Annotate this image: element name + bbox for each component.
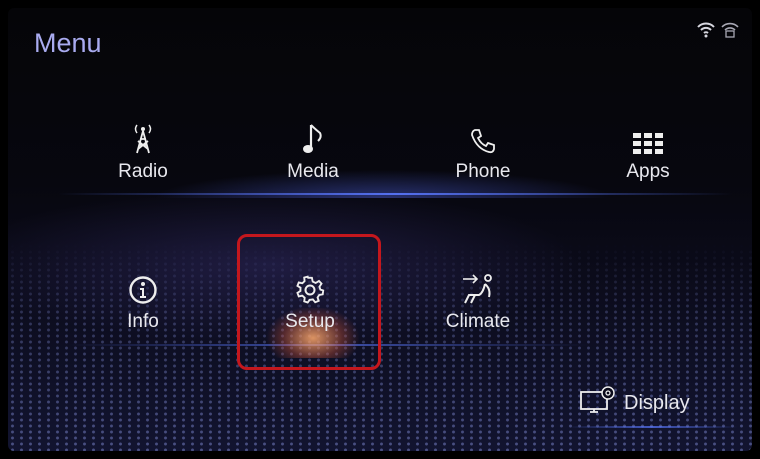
climate-button[interactable]: Climate — [413, 253, 543, 333]
wifi-hotspot-icon — [721, 22, 739, 38]
display-divider — [568, 426, 738, 428]
climate-label: Climate — [445, 311, 511, 332]
info-button[interactable]: Info — [78, 253, 208, 333]
info-label: Info — [127, 311, 159, 332]
display-button[interactable]: Display — [580, 386, 690, 420]
top-row-divider — [58, 193, 733, 195]
apps-label: Apps — [626, 161, 670, 182]
display-settings-icon — [580, 386, 616, 420]
music-note-icon — [302, 121, 324, 155]
phone-label: Phone — [455, 161, 511, 182]
media-label: Media — [287, 161, 339, 182]
setup-focus-frame — [237, 234, 381, 370]
wifi-icon — [697, 22, 715, 38]
media-button[interactable]: Media — [248, 103, 378, 183]
phone-button[interactable]: Phone — [418, 103, 548, 183]
status-bar — [696, 20, 740, 38]
display-label: Display — [624, 391, 690, 414]
radio-button[interactable]: Radio — [78, 103, 208, 183]
radio-tower-icon — [130, 121, 156, 155]
phone-icon — [469, 121, 497, 155]
radio-label: Radio — [118, 161, 168, 182]
page-title: Menu — [34, 28, 102, 58]
info-icon — [128, 271, 158, 305]
apps-button[interactable]: Apps — [583, 103, 713, 183]
seat-airflow-icon — [461, 271, 495, 305]
apps-grid-icon — [633, 121, 663, 155]
menu-screen: Menu Radio Media Phone Apps Info Setup C… — [8, 8, 752, 451]
